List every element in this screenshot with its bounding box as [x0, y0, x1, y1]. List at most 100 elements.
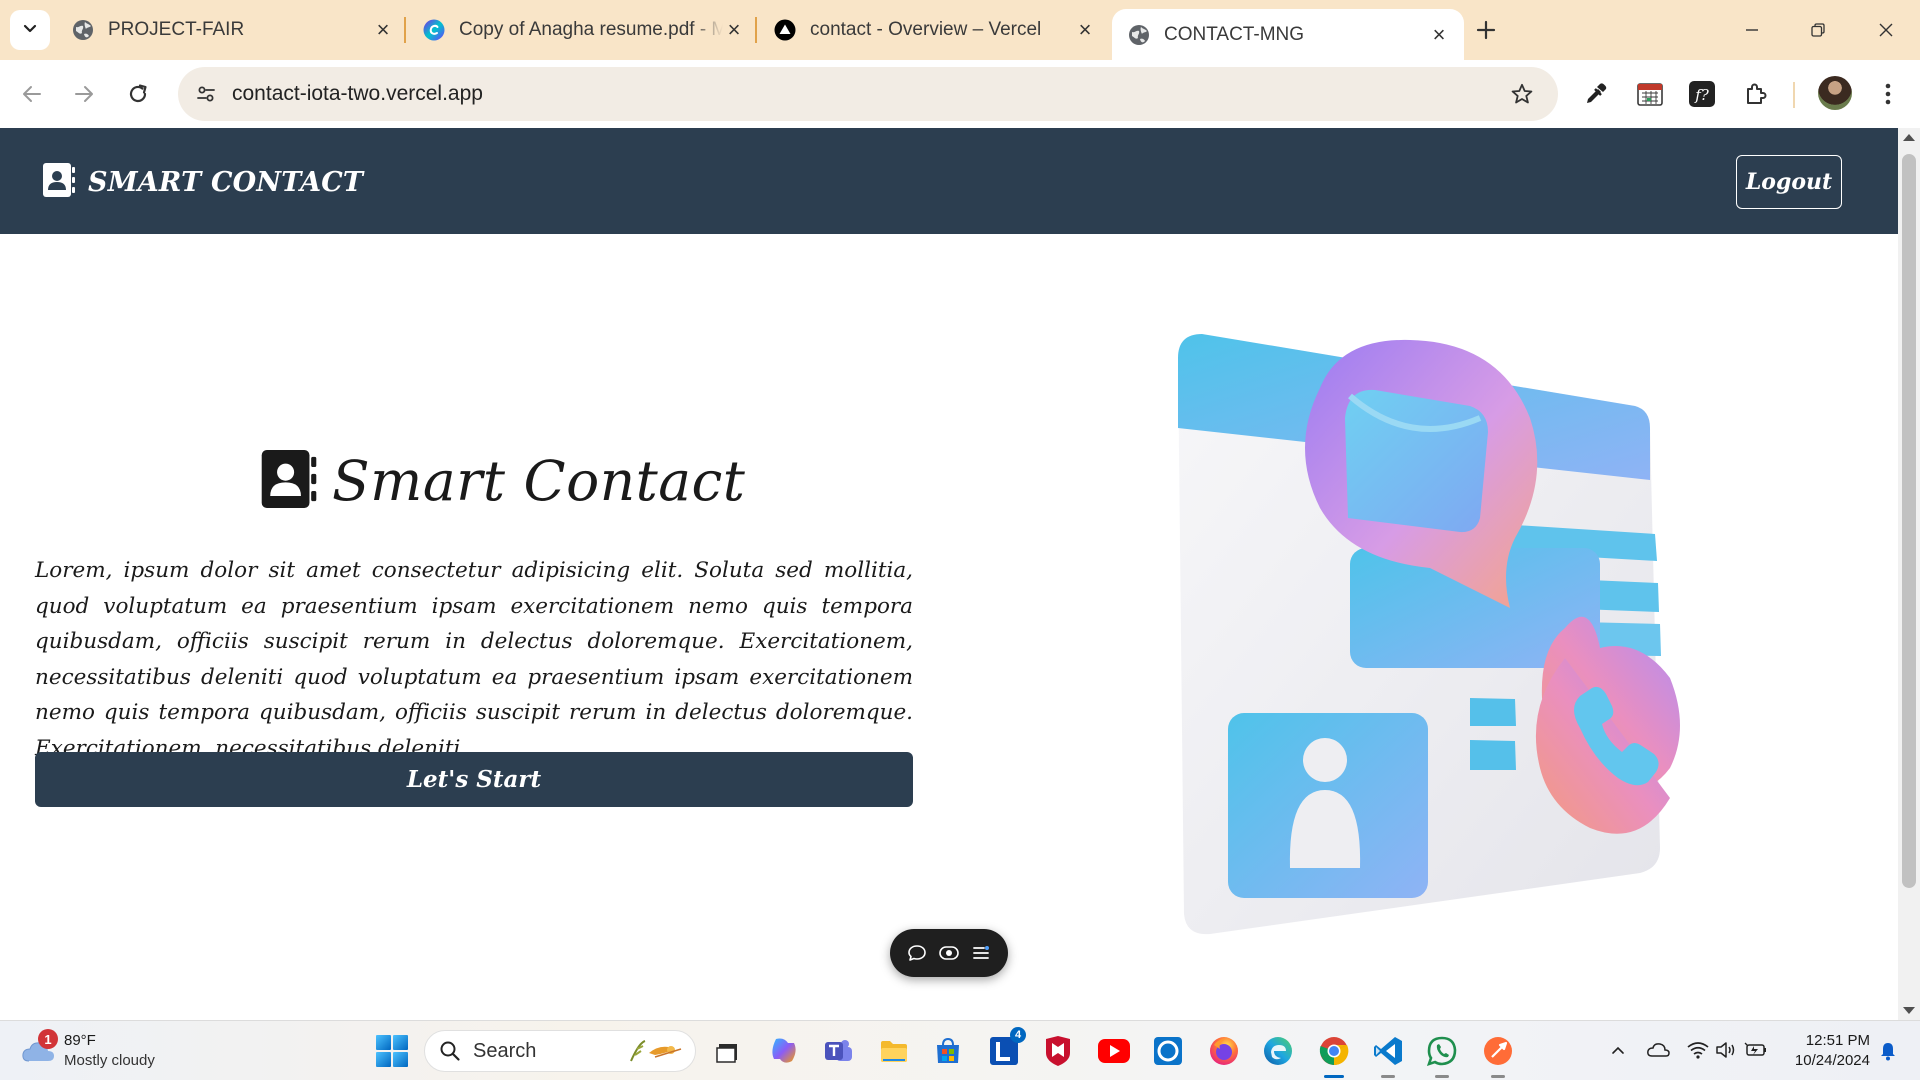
copilot-icon[interactable] — [766, 1033, 802, 1069]
search-icon — [440, 1041, 460, 1061]
clock-time: 12:51 PM — [1805, 1032, 1870, 1049]
hero-description: Lorem, ipsum dolor sit amet consectetur … — [35, 558, 913, 761]
hero-heading: Smart Contact — [260, 446, 745, 516]
vercel-icon — [774, 19, 796, 41]
edge-icon[interactable] — [1260, 1033, 1296, 1069]
tab-vercel-overview[interactable]: contact - Overview – Vercel × — [758, 9, 1110, 51]
font-extension-icon[interactable]: f? — [1682, 74, 1722, 114]
svg-text:f?: f? — [1694, 86, 1710, 104]
system-clock[interactable]: 12:51 PM 10/24/2024 — [1780, 1031, 1870, 1071]
tab-resume-pdf[interactable]: Copy of Anagha resume.pdf - M × — [407, 9, 759, 51]
address-bar[interactable]: contact-iota-two.vercel.app — [178, 67, 1558, 121]
minimize-icon — [1746, 29, 1758, 31]
contact-book-icon — [260, 448, 318, 515]
reload-button[interactable] — [116, 72, 160, 116]
back-button[interactable] — [10, 72, 54, 116]
profile-avatar[interactable] — [1818, 76, 1852, 110]
app-icon[interactable] — [1150, 1033, 1186, 1069]
tab-divider — [404, 17, 406, 43]
tab-title: contact - Overview – Vercel — [810, 19, 1042, 40]
brand-link[interactable]: SMART CONTACT — [42, 162, 363, 202]
minimize-button[interactable] — [1724, 8, 1780, 52]
notification-bell-icon[interactable] — [1876, 1039, 1900, 1063]
canva-icon — [423, 19, 445, 41]
extensions-puzzle-icon[interactable] — [1736, 74, 1776, 114]
running-indicator — [1324, 1075, 1344, 1078]
close-window-button[interactable] — [1858, 8, 1914, 52]
page-scrollbar[interactable] — [1898, 128, 1920, 1020]
weather-condition: Mostly cloudy — [64, 1052, 155, 1069]
start-windows-icon[interactable] — [376, 1035, 408, 1067]
weather-alert-badge: 1 — [38, 1029, 58, 1049]
scroll-up-arrow-icon[interactable] — [1903, 134, 1915, 141]
calendar-extension-icon[interactable] — [1630, 74, 1670, 114]
volume-icon[interactable] — [1712, 1035, 1740, 1065]
arrow-left-icon — [23, 86, 41, 102]
wifi-icon[interactable] — [1684, 1035, 1712, 1065]
restore-icon — [1811, 23, 1825, 37]
close-icon[interactable]: × — [1074, 17, 1096, 42]
menu-icon[interactable] — [968, 940, 994, 966]
toolbar-divider — [1793, 82, 1795, 108]
address-text[interactable]: contact-iota-two.vercel.app — [232, 82, 1502, 106]
youtube-icon[interactable] — [1096, 1033, 1132, 1069]
reload-icon — [129, 84, 147, 103]
store-icon[interactable] — [930, 1033, 966, 1069]
eyedropper-extension-icon[interactable] — [1576, 74, 1616, 114]
close-icon[interactable]: × — [1428, 22, 1450, 47]
windows-taskbar: 1 89°F Mostly cloudy Search 4 12:51 PM 1… — [0, 1020, 1920, 1080]
chrome-icon[interactable] — [1316, 1033, 1352, 1078]
whatsapp-icon[interactable] — [1424, 1033, 1460, 1078]
tab-divider — [755, 17, 757, 43]
hero-title: Smart Contact — [332, 449, 746, 513]
scroll-down-arrow-icon[interactable] — [1903, 1007, 1915, 1014]
clock-date: 10/24/2024 — [1794, 1052, 1870, 1069]
l-app-icon[interactable]: 4 — [986, 1027, 1026, 1069]
restore-button[interactable] — [1790, 8, 1846, 52]
tab-title: Copy of Anagha resume.pdf - M — [459, 19, 723, 40]
arrow-right-icon — [75, 86, 93, 102]
weather-widget[interactable]: 1 89°F Mostly cloudy — [20, 1029, 155, 1073]
taskbar-search[interactable]: Search — [424, 1030, 696, 1072]
logout-button[interactable]: Logout — [1736, 155, 1842, 209]
forward-button[interactable] — [62, 72, 106, 116]
chevron-up-icon[interactable] — [1604, 1035, 1632, 1065]
browser-menu-button[interactable] — [1868, 74, 1908, 114]
tab-title: PROJECT-FAIR — [108, 19, 245, 40]
battery-icon[interactable] — [1742, 1035, 1770, 1065]
globe-icon — [1128, 24, 1150, 46]
search-highlight-icon — [630, 1040, 682, 1062]
scroll-thumb[interactable] — [1902, 154, 1916, 888]
tab-title: CONTACT-MNG — [1164, 23, 1305, 45]
close-icon — [1879, 23, 1893, 37]
new-tab-button[interactable] — [1468, 12, 1504, 48]
eye-icon[interactable] — [936, 940, 962, 966]
close-icon[interactable]: × — [372, 17, 394, 42]
firefox-icon[interactable] — [1206, 1033, 1242, 1069]
vscode-icon[interactable] — [1370, 1033, 1406, 1078]
close-icon[interactable]: × — [723, 17, 745, 42]
tab-search-button[interactable] — [10, 10, 50, 50]
teams-icon[interactable] — [820, 1033, 856, 1069]
plus-icon — [1476, 20, 1496, 40]
postman-icon[interactable] — [1480, 1033, 1516, 1078]
tab-project-fair[interactable]: PROJECT-FAIR × — [56, 9, 408, 51]
onedrive-cloud-icon[interactable] — [1644, 1035, 1672, 1065]
chevron-down-icon — [22, 20, 38, 41]
search-placeholder: Search — [473, 1039, 537, 1062]
folder-icon[interactable] — [876, 1033, 912, 1069]
site-info-icon[interactable] — [186, 74, 226, 114]
running-indicator — [1491, 1075, 1505, 1078]
notification-badge: 4 — [1010, 1027, 1026, 1043]
mcafee-icon[interactable] — [1040, 1033, 1076, 1069]
contact-app-illustration — [1178, 334, 1680, 935]
tab-contact-mng[interactable]: CONTACT-MNG × — [1112, 9, 1464, 60]
bookmark-star-icon[interactable] — [1502, 74, 1542, 114]
floating-toolbar — [890, 929, 1008, 977]
comment-icon[interactable] — [904, 940, 930, 966]
file-explorer-icon[interactable] — [710, 1033, 746, 1069]
browser-tabstrip: PROJECT-FAIR × Copy of Anagha resume.pdf… — [0, 0, 1920, 60]
cloud-icon: 1 — [20, 1029, 58, 1069]
lets-start-button[interactable]: Let's Start — [35, 752, 913, 807]
globe-icon — [72, 19, 94, 41]
